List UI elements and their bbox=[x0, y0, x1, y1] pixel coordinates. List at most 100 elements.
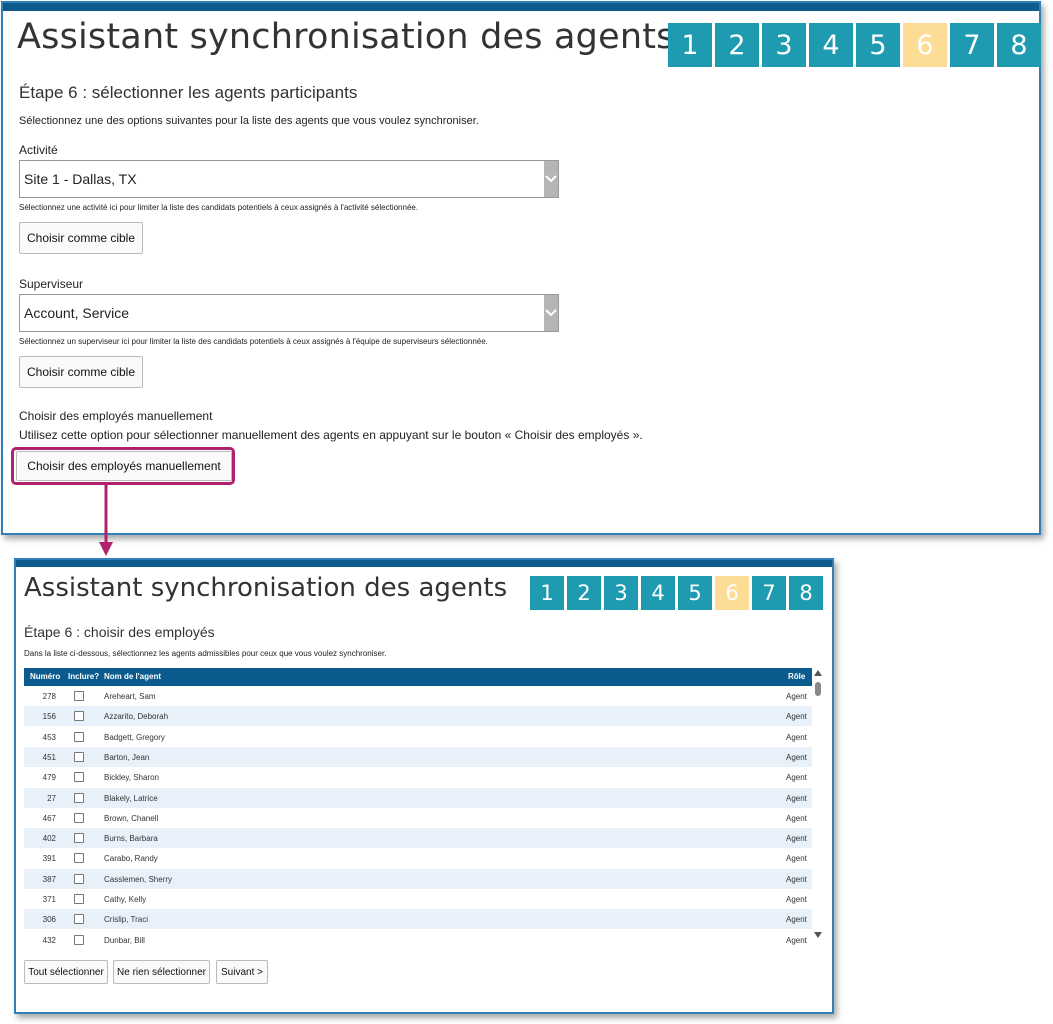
include-checkbox[interactable] bbox=[74, 914, 84, 925]
agent-name: Carabo, Randy bbox=[104, 854, 158, 864]
agent-role: Agent bbox=[786, 935, 807, 945]
select-all-button[interactable]: Tout sélectionner bbox=[24, 960, 108, 984]
step-instructions: Dans la liste ci-dessous, sélectionnez l… bbox=[24, 649, 387, 658]
step-3[interactable]: 3 bbox=[604, 576, 638, 610]
step-2[interactable]: 2 bbox=[567, 576, 601, 610]
agent-name: Crislip, Traci bbox=[104, 915, 149, 925]
table-row[interactable]: 387 Casslemen, Sherry Agent bbox=[24, 868, 812, 889]
agent-number: 278 bbox=[42, 692, 56, 701]
select-none-button[interactable]: Ne rien sélectionner bbox=[113, 960, 210, 984]
include-checkbox[interactable] bbox=[74, 873, 84, 884]
step-8[interactable]: 8 bbox=[789, 576, 823, 610]
include-checkbox[interactable] bbox=[74, 691, 84, 701]
table-row[interactable]: 479 Bickley, Sharon Agent bbox=[24, 767, 812, 787]
table-row[interactable]: 391 Carabo, Randy Agent bbox=[24, 848, 812, 868]
include-checkbox[interactable] bbox=[74, 772, 84, 783]
scroll-thumb[interactable] bbox=[815, 682, 821, 696]
table-row[interactable]: 453 Badgett, Gregory Agent bbox=[24, 727, 812, 747]
target-activity-button[interactable]: Choisir comme cible bbox=[19, 222, 143, 254]
step-4[interactable]: 4 bbox=[641, 576, 675, 610]
include-checkbox[interactable] bbox=[74, 833, 84, 844]
connector-arrow-icon bbox=[99, 482, 113, 556]
step-instructions: Sélectionnez une des options suivantes p… bbox=[19, 115, 479, 127]
step-subtitle: Étape 6 : sélectionner les agents partic… bbox=[19, 83, 358, 102]
agent-number: 479 bbox=[42, 773, 56, 783]
step-3[interactable]: 3 bbox=[762, 23, 806, 67]
table-row[interactable]: 156 Azzarito, Deborah Agent bbox=[24, 706, 812, 727]
column-header-name[interactable]: Nom de l'agent bbox=[104, 672, 161, 681]
include-checkbox[interactable] bbox=[74, 894, 84, 904]
column-header-number[interactable]: Numéro bbox=[30, 672, 60, 681]
step-6-active[interactable]: 6 bbox=[903, 23, 947, 67]
agent-number: 156 bbox=[42, 712, 56, 722]
step-4[interactable]: 4 bbox=[809, 23, 853, 67]
step-1[interactable]: 1 bbox=[668, 23, 712, 67]
page-title: Assistant synchronisation des agents bbox=[17, 17, 675, 57]
chevron-down-icon[interactable] bbox=[544, 295, 558, 331]
next-button[interactable]: Suivant > bbox=[216, 960, 268, 984]
table-row[interactable]: 467 Brown, Chanell Agent bbox=[24, 808, 812, 828]
table-scrollbar[interactable] bbox=[813, 668, 823, 944]
step-7[interactable]: 7 bbox=[752, 576, 786, 610]
table-row[interactable]: 402 Burns, Barbara Agent bbox=[24, 828, 812, 849]
table-row[interactable]: 278 Areheart, Sam Agent bbox=[24, 686, 812, 706]
activity-selected-value: Site 1 - Dallas, TX bbox=[24, 171, 137, 187]
table-row[interactable]: 306 Crislip, Traci Agent bbox=[24, 909, 812, 930]
scroll-down-icon[interactable] bbox=[813, 930, 823, 940]
include-checkbox[interactable] bbox=[74, 934, 84, 945]
step-7[interactable]: 7 bbox=[950, 23, 994, 67]
step-5[interactable]: 5 bbox=[856, 23, 900, 67]
include-checkbox[interactable] bbox=[74, 792, 84, 803]
chevron-down-icon[interactable] bbox=[544, 161, 558, 197]
agent-number: 371 bbox=[42, 895, 56, 904]
activity-select[interactable]: Site 1 - Dallas, TX bbox=[19, 160, 559, 198]
table-row[interactable]: 371 Cathy, Kelly Agent bbox=[24, 889, 812, 909]
agent-role: Agent bbox=[786, 813, 807, 823]
table-row[interactable]: 27 Blakely, Latrice Agent bbox=[24, 787, 812, 808]
step-8[interactable]: 8 bbox=[997, 23, 1041, 67]
step-indicator: 1 2 3 4 5 6 7 8 bbox=[530, 576, 826, 610]
include-checkbox[interactable] bbox=[74, 812, 84, 823]
agent-role: Agent bbox=[786, 874, 807, 884]
agent-role: Agent bbox=[786, 895, 807, 904]
include-checkbox[interactable] bbox=[74, 731, 84, 742]
agent-name: Cathy, Kelly bbox=[104, 895, 147, 904]
agent-role: Agent bbox=[786, 915, 807, 925]
include-checkbox[interactable] bbox=[74, 711, 84, 722]
supervisor-label: Superviseur bbox=[19, 277, 84, 291]
agent-name: Badgett, Gregory bbox=[104, 732, 165, 742]
agent-name: Blakely, Latrice bbox=[104, 793, 158, 803]
agent-name: Barton, Jean bbox=[104, 752, 150, 762]
agent-number: 387 bbox=[42, 874, 56, 884]
step-6-active[interactable]: 6 bbox=[715, 576, 749, 610]
activity-help: Sélectionnez une activité ici pour limit… bbox=[19, 203, 419, 212]
step-1[interactable]: 1 bbox=[530, 576, 564, 610]
agent-number: 306 bbox=[42, 915, 56, 925]
agent-role: Agent bbox=[786, 834, 807, 844]
supervisor-selected-value: Account, Service bbox=[24, 305, 130, 321]
agent-number: 402 bbox=[42, 834, 56, 844]
table-row[interactable]: 451 Barton, Jean Agent bbox=[24, 746, 812, 767]
supervisor-select[interactable]: Account, Service bbox=[19, 294, 559, 332]
agent-name: Areheart, Sam bbox=[104, 692, 156, 701]
column-header-include[interactable]: Inclure? bbox=[68, 672, 99, 681]
manual-help: Utilisez cette option pour sélectionner … bbox=[19, 428, 643, 442]
agent-role: Agent bbox=[786, 773, 807, 783]
manual-label: Choisir des employés manuellement bbox=[19, 409, 213, 423]
include-checkbox[interactable] bbox=[74, 853, 84, 864]
agent-number: 467 bbox=[42, 813, 56, 823]
supervisor-help: Sélectionnez un superviseur ici pour lim… bbox=[19, 337, 488, 346]
include-checkbox[interactable] bbox=[74, 751, 84, 762]
agent-name: Casslemen, Sherry bbox=[104, 874, 173, 884]
agent-role: Agent bbox=[786, 854, 807, 864]
callout-highlight bbox=[11, 447, 235, 485]
column-header-role[interactable]: Rôle bbox=[788, 672, 805, 681]
panel-top-bar bbox=[16, 560, 832, 567]
agent-number: 391 bbox=[42, 854, 56, 864]
scroll-up-icon[interactable] bbox=[813, 668, 823, 678]
step-5[interactable]: 5 bbox=[678, 576, 712, 610]
table-row[interactable]: 432 Dunbar, Bill Agent bbox=[24, 930, 812, 950]
target-supervisor-button[interactable]: Choisir comme cible bbox=[19, 356, 143, 388]
step-2[interactable]: 2 bbox=[715, 23, 759, 67]
agent-number: 432 bbox=[42, 935, 56, 945]
